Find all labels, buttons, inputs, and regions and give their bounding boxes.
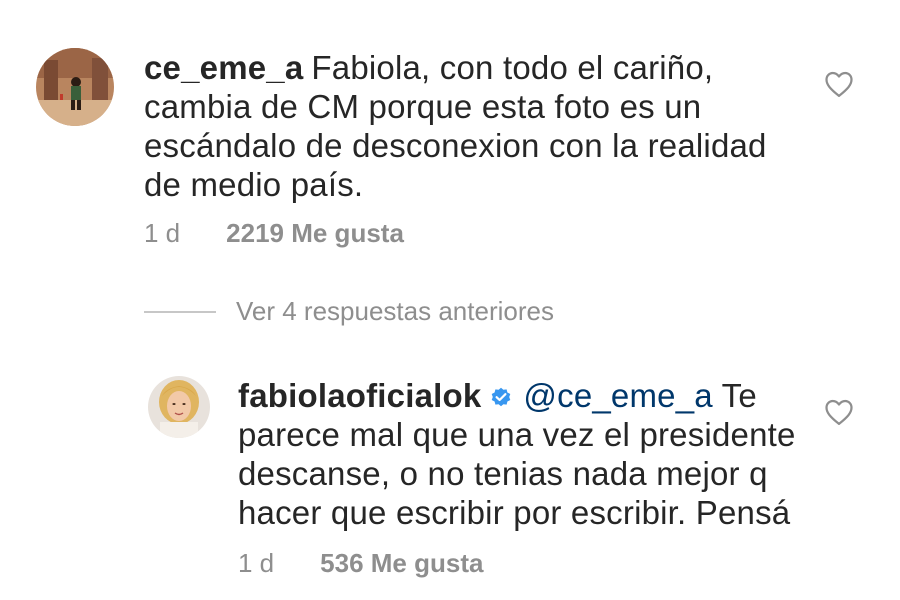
reply-username[interactable]: fabiolaoficialok bbox=[238, 377, 481, 414]
view-replies-button[interactable]: Ver 4 respuestas anteriores bbox=[144, 296, 554, 327]
reply-time[interactable]: 1 d bbox=[238, 548, 274, 578]
comment-likes[interactable]: 2219 Me gusta bbox=[226, 218, 404, 248]
reply-meta: 1 d 536 Me gusta bbox=[238, 548, 483, 579]
comment-meta: 1 d 2219 Me gusta bbox=[144, 218, 404, 249]
comment-username[interactable]: ce_eme_a bbox=[144, 49, 303, 86]
view-replies-label: Ver 4 respuestas anteriores bbox=[236, 296, 554, 326]
avatar[interactable] bbox=[36, 48, 114, 126]
heart-outline-icon[interactable] bbox=[824, 70, 854, 98]
verified-badge-icon bbox=[492, 387, 511, 407]
comment-text: ce_eme_a Fabiola, con todo el cariño, cam… bbox=[144, 48, 804, 204]
comment-time[interactable]: 1 d bbox=[144, 218, 180, 248]
avatar[interactable] bbox=[148, 376, 210, 438]
reply-mention[interactable]: @ce_eme_a bbox=[523, 377, 712, 414]
divider bbox=[144, 310, 216, 313]
heart-outline-icon[interactable] bbox=[824, 398, 854, 426]
reply-text: fabiolaoficialok @ce_eme_a Te parece mal … bbox=[238, 376, 798, 532]
reply-likes[interactable]: 536 Me gusta bbox=[320, 548, 483, 578]
